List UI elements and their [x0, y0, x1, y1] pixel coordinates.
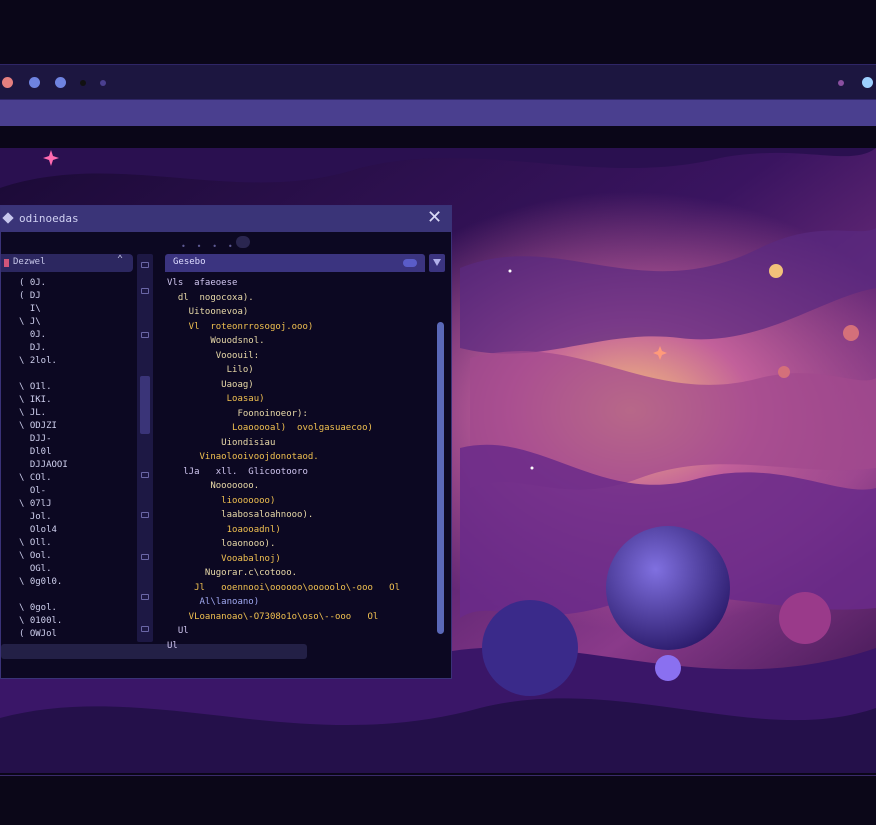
- caret-down-icon: [433, 259, 441, 266]
- explorer-header[interactable]: Dezwel ⌃: [1, 254, 133, 272]
- toolbar-status-dot[interactable]: [862, 77, 873, 88]
- code-line: Vl roteonrrosogoj.ooo): [167, 321, 314, 332]
- tree-item[interactable]: DJJ-: [19, 434, 52, 444]
- tree-item[interactable]: \ J\: [19, 317, 41, 327]
- window-dot-maximize[interactable]: [55, 77, 66, 88]
- tree-item[interactable]: 0J.: [19, 330, 46, 340]
- code-line: Ul: [167, 626, 189, 636]
- code-line: lJa xll. Glicootooro: [167, 466, 308, 477]
- code-line: Uiondisiau: [167, 437, 276, 448]
- vertical-scrollbar[interactable]: [437, 322, 444, 634]
- tree-item[interactable]: ( OWJol: [19, 629, 57, 639]
- window-dot-minimize[interactable]: [29, 77, 40, 88]
- code-area[interactable]: Vls afaeoese dl nogocoxa). Uitoonevoa) V…: [163, 278, 433, 668]
- code-line: Loaooooal) ovolgasuaecoo): [167, 423, 373, 433]
- tab-dropdown-button[interactable]: [429, 254, 445, 272]
- tree-item[interactable]: Jol.: [19, 512, 52, 522]
- code-line: Al\lanoano): [167, 597, 260, 607]
- code-line: 1oaooadnl): [167, 524, 281, 535]
- editor-titlebar: odinoedas ✕: [1, 206, 451, 232]
- tree-item[interactable]: DJ.: [19, 343, 46, 353]
- breadcrumb-dots: • • • •: [181, 242, 236, 251]
- tree-item[interactable]: Ol-: [19, 486, 46, 496]
- toolbar-indicator-dot: [838, 80, 844, 86]
- chevron-up-icon[interactable]: ⌃: [117, 254, 123, 265]
- tab-label: Gesebo: [173, 257, 206, 267]
- tree-item[interactable]: \ COl.: [19, 473, 52, 483]
- window-handle[interactable]: [236, 236, 250, 248]
- code-line: Vinaolooivoojdonotaod.: [167, 452, 319, 462]
- editor-title: odinoedas: [19, 212, 79, 225]
- tree-item[interactable]: \ JL.: [19, 408, 46, 418]
- tree-item[interactable]: \ 0100l.: [19, 616, 62, 626]
- window-dot-extra: [80, 80, 86, 86]
- taskbar: [0, 775, 876, 825]
- code-line: Vooouil:: [167, 350, 260, 361]
- code-line: Nugorar.c\cotooo.: [167, 568, 298, 578]
- code-editor-window: odinoedas ✕ • • • • Dezwel ⌃ ( 0J. ( DJ I…: [0, 205, 452, 679]
- code-line: Ul: [167, 640, 178, 651]
- code-line: Vooabalnoj): [167, 553, 281, 564]
- code-line: Uitoonevoa): [167, 307, 249, 317]
- tree-item[interactable]: \ 2lol.: [19, 356, 57, 366]
- code-line: VLoananoao\-O7308o1o\oso\--ooo Ol: [167, 611, 379, 622]
- bookmark-icon: [4, 259, 9, 267]
- gutter-icon[interactable]: [141, 332, 149, 338]
- tree-item[interactable]: Dl0l: [19, 447, 52, 457]
- tree-item[interactable]: \ 0g0l0.: [19, 577, 62, 587]
- code-line: Nooooooo.: [167, 481, 260, 491]
- tree-item[interactable]: \ IKI.: [19, 395, 52, 405]
- tab-toggle-icon[interactable]: [403, 259, 417, 267]
- gutter-icon[interactable]: [141, 626, 149, 632]
- code-line: Jl ooennooi\oooooo\ooooolo\-ooo Ol: [167, 582, 400, 593]
- window-dot-close[interactable]: [2, 77, 13, 88]
- code-line: Wouodsnol.: [167, 336, 265, 346]
- code-line: Uaoag): [167, 379, 254, 390]
- code-line: Loasau): [167, 394, 265, 404]
- tree-item[interactable]: \ O1l.: [19, 382, 52, 392]
- code-line: Foonoinoeor):: [167, 408, 308, 419]
- browser-toolbar: [0, 64, 876, 100]
- code-line: loaonooo).: [167, 539, 276, 549]
- gutter-icon[interactable]: [141, 554, 149, 560]
- close-icon[interactable]: ✕: [427, 207, 442, 228]
- tree-item[interactable]: OGl.: [19, 564, 52, 574]
- editor-tab[interactable]: Gesebo: [165, 254, 425, 272]
- tree-item[interactable]: \ 07lJ: [19, 499, 52, 509]
- code-line: liooooooo): [167, 495, 276, 506]
- window-dot-extra-2: [100, 80, 106, 86]
- code-line: Lilo): [167, 365, 254, 375]
- code-line: dl nogocoxa).: [167, 292, 254, 303]
- tree-item[interactable]: DJJAOOI: [19, 460, 68, 470]
- tree-item[interactable]: \ 0gol.: [19, 603, 57, 613]
- gutter-icon[interactable]: [141, 262, 149, 268]
- code-line: Vls afaeoese: [167, 278, 238, 288]
- tree-item[interactable]: \ Oll.: [19, 538, 52, 548]
- tree-item[interactable]: ( DJ: [19, 291, 41, 301]
- app-logo-icon: [2, 212, 14, 224]
- tree-item[interactable]: \ Ool.: [19, 551, 52, 561]
- gutter-icon[interactable]: [141, 512, 149, 518]
- activity-gutter: [137, 254, 153, 642]
- tree-item[interactable]: I\: [19, 304, 41, 314]
- gutter-highlight: [140, 376, 150, 434]
- explorer-title: Dezwel: [13, 257, 46, 267]
- file-tree: ( 0J. ( DJ I\ \ J\ 0J. DJ. \ 2lol. \ O1l. \ I…: [1, 278, 107, 648]
- code-line: laabosaloahnooo).: [167, 510, 314, 520]
- gutter-icon[interactable]: [141, 472, 149, 478]
- tree-item[interactable]: Olol4: [19, 525, 57, 535]
- gutter-icon[interactable]: [141, 594, 149, 600]
- address-bar[interactable]: [0, 100, 876, 126]
- tree-item[interactable]: ( 0J.: [19, 278, 46, 288]
- tree-item[interactable]: \ ODJZI: [19, 421, 57, 431]
- gutter-icon[interactable]: [141, 288, 149, 294]
